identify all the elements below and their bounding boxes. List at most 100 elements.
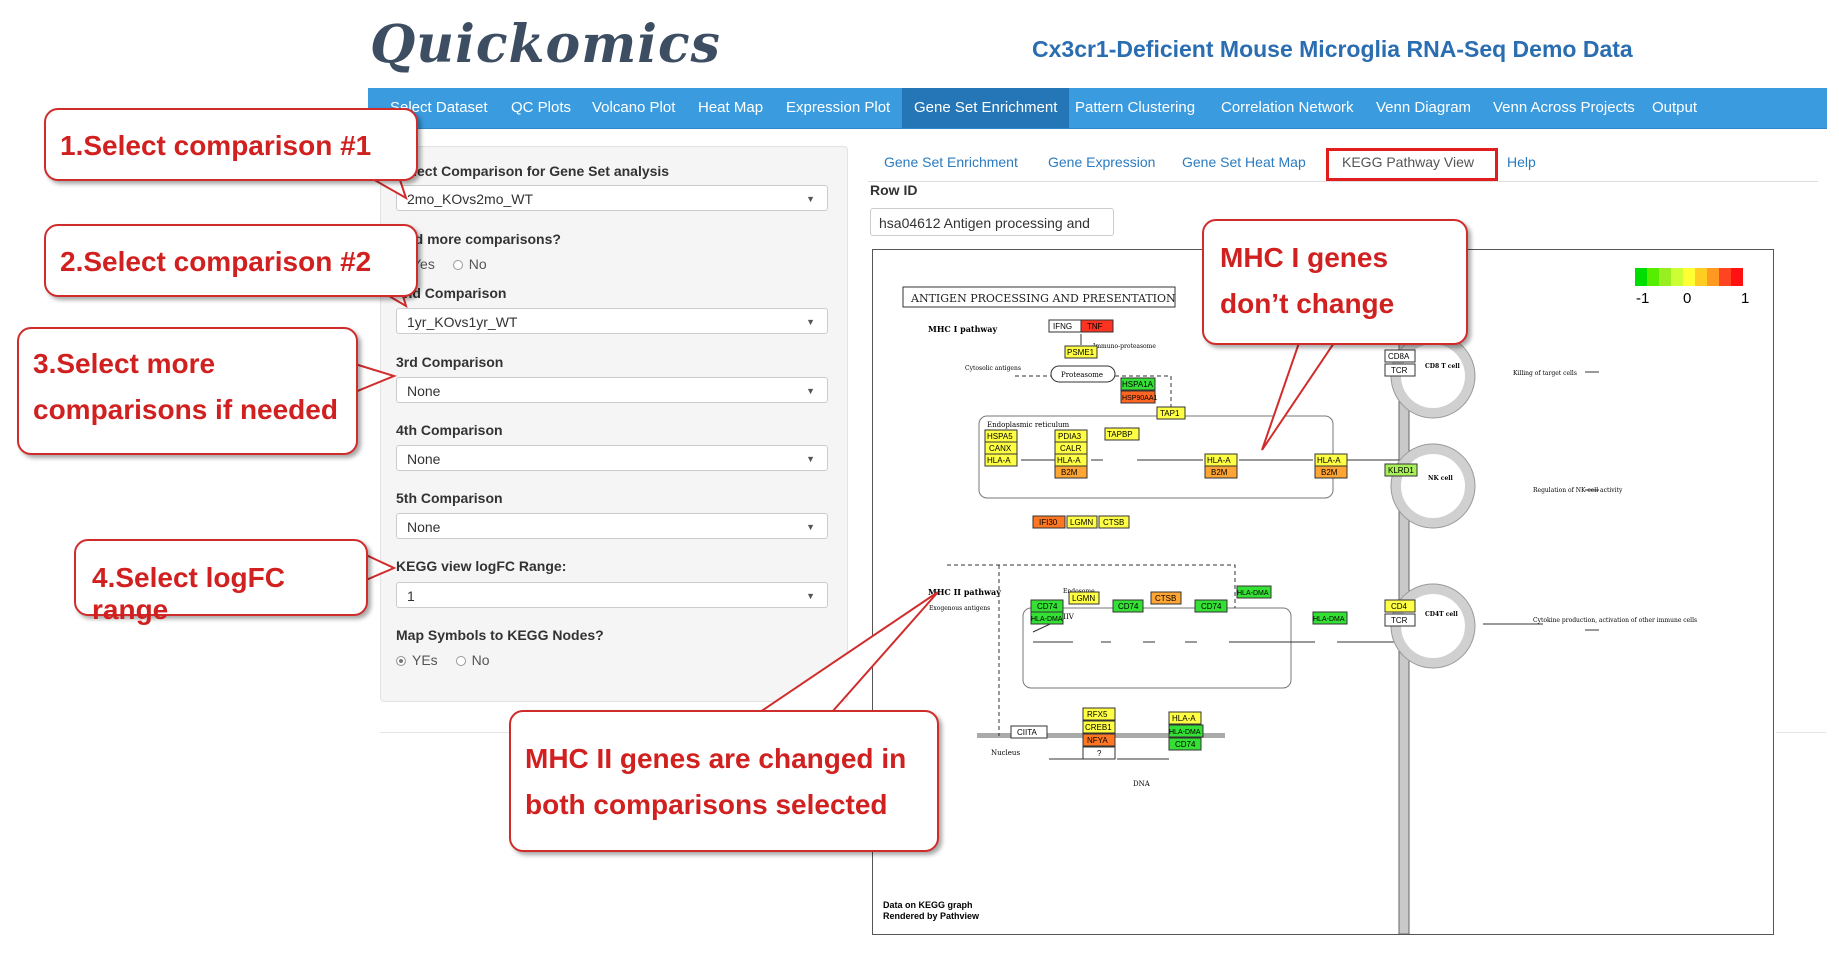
cytokine-label: Cytokine production, activation of other… — [1533, 617, 1697, 624]
gene-label: NFYA — [1087, 736, 1108, 745]
main-navbar: Select Dataset QC Plots Volcano Plot Hea… — [368, 88, 1827, 129]
exogenous-label: Exogenous antigens — [929, 605, 990, 612]
gene-label: CALR — [1060, 444, 1082, 453]
add-more-label: Add more comparisons? — [396, 231, 561, 247]
kegg-diagram: ANTIGEN PROCESSING AND PRESENTATION -1 0… — [883, 268, 1749, 934]
gene-label: TCR — [1391, 366, 1408, 375]
nk-label: NK cell — [1428, 475, 1454, 482]
gene-label: LGMN — [1070, 518, 1093, 527]
row-id-input[interactable]: hsa04612 Antigen processing and — [870, 208, 1114, 236]
fourth-comparison-select[interactable]: None ▼ — [396, 445, 828, 471]
gene-label: CTSB — [1155, 594, 1176, 603]
nav-expression-plot[interactable]: Expression Plot — [786, 88, 890, 128]
cd8-label: CD8 T cell — [1425, 363, 1461, 370]
second-comparison-select[interactable]: 1yr_KOvs1yr_WT ▼ — [396, 308, 828, 334]
chevron-down-icon: ▼ — [806, 194, 815, 204]
logfc-select[interactable]: 1 ▼ — [396, 582, 828, 608]
gene-label: TAP1 — [1160, 409, 1180, 418]
legend-swatch — [1707, 268, 1719, 286]
callout-mhc2-changed: MHC II genes are changed in both compari… — [509, 710, 939, 852]
nk-regulation-label: Regulation of NK cell activity — [1533, 487, 1623, 494]
tab-underline — [868, 181, 1818, 182]
callout-select-comparison-2: 2.Select comparison #2 — [44, 224, 418, 297]
footer-data-label: Data on KEGG graph — [883, 900, 973, 910]
radio-no-label: No — [468, 256, 487, 272]
callout-select-more-comparisons: 3.Select more comparisons if needed — [17, 327, 358, 455]
fourth-comparison-value: None — [407, 451, 441, 467]
nav-pattern-clustering[interactable]: Pattern Clustering — [1075, 88, 1195, 128]
legend-swatch — [1731, 268, 1743, 286]
legend-max: 1 — [1741, 290, 1749, 307]
nav-volcano-plot[interactable]: Volcano Plot — [592, 88, 675, 128]
chevron-down-icon: ▼ — [806, 522, 815, 532]
logfc-legend: -1 0 1 — [1635, 268, 1749, 307]
gene-label: CD74 — [1201, 602, 1222, 611]
app-logo: Quickomics — [370, 14, 721, 75]
comparison-value: 2mo_KOvs2mo_WT — [407, 191, 534, 207]
tab-help[interactable]: Help — [1507, 154, 1536, 170]
nk-cell: NK cell — [1390, 443, 1476, 529]
kegg-pathway-image: ANTIGEN PROCESSING AND PRESENTATION -1 0… — [872, 249, 1774, 935]
nucleus-label: Nucleus — [991, 749, 1020, 757]
nav-correlation-network[interactable]: Correlation Network — [1221, 88, 1354, 128]
pathway-title: ANTIGEN PROCESSING AND PRESENTATION — [910, 292, 1176, 305]
pathway-edges — [947, 334, 1599, 760]
gene-label: LGMN — [1072, 594, 1095, 603]
gene-label: HSP90AA1 — [1122, 395, 1158, 402]
nav-gene-set-enrichment[interactable]: Gene Set Enrichment — [902, 88, 1070, 128]
gene-label: HLA-A — [1317, 456, 1341, 465]
gene-label: CD74 — [1037, 602, 1058, 611]
map-symbols-radio-group: YEs No — [396, 652, 489, 668]
nav-qc-plots[interactable]: QC Plots — [511, 88, 571, 128]
logfc-value: 1 — [407, 588, 415, 604]
radio-map-no[interactable] — [455, 656, 466, 667]
gene-label: CTSB — [1103, 518, 1124, 527]
third-comparison-select[interactable]: None ▼ — [396, 377, 828, 403]
logfc-label: KEGG view logFC Range: — [396, 558, 567, 574]
er-label: Endoplasmic reticulum — [987, 421, 1070, 429]
gene-label: IFI30 — [1039, 518, 1058, 527]
radio-no[interactable] — [452, 260, 463, 271]
legend-swatch — [1719, 268, 1731, 286]
legend-swatch — [1647, 268, 1659, 286]
tab-gene-set-heat-map[interactable]: Gene Set Heat Map — [1182, 154, 1306, 170]
gene-label: TAPBP — [1107, 430, 1133, 439]
nav-output[interactable]: Output — [1652, 88, 1697, 128]
gene-label: KLRD1 — [1388, 466, 1414, 475]
killing-label: Killing of target cells — [1513, 370, 1577, 377]
chevron-down-icon: ▼ — [806, 591, 815, 601]
gene-label: HLA-A — [987, 456, 1011, 465]
nav-heat-map[interactable]: Heat Map — [698, 88, 763, 128]
legend-swatch — [1671, 268, 1683, 286]
gene-label: CREB1 — [1085, 723, 1112, 732]
chevron-down-icon: ▼ — [806, 386, 815, 396]
tab-gene-set-enrichment[interactable]: Gene Set Enrichment — [884, 154, 1018, 170]
gene-nodes: IFNG TNF PSME1 HSPA1A HSP90AA1 TAP1 TAPB… — [984, 319, 1418, 760]
proteasome-label: Proteasome — [1061, 371, 1103, 379]
map-symbols-label: Map Symbols to KEGG Nodes? — [396, 627, 604, 643]
row-id-label: Row ID — [870, 182, 918, 198]
callout-select-comparison-1: 1.Select comparison #1 — [44, 108, 418, 181]
nav-venn-across-projects[interactable]: Venn Across Projects — [1493, 88, 1635, 128]
kegg-tab-highlight — [1326, 148, 1498, 181]
fifth-comparison-select[interactable]: None ▼ — [396, 513, 828, 539]
legend-swatch — [1635, 268, 1647, 286]
third-comparison-label: 3rd Comparison — [396, 354, 504, 370]
legend-swatch — [1683, 268, 1695, 286]
legend-swatch — [1695, 268, 1707, 286]
gene-label: HLA-DMA — [1169, 729, 1201, 736]
legend-mid: 0 — [1683, 290, 1691, 307]
radio-map-yes[interactable] — [396, 656, 406, 667]
divider — [1776, 732, 1826, 733]
immunoproteasome-label: Immuno-proteasome — [1093, 343, 1156, 350]
gene-label: IFNG — [1053, 322, 1072, 331]
tab-gene-expression[interactable]: Gene Expression — [1048, 154, 1155, 170]
nav-venn-diagram[interactable]: Venn Diagram — [1376, 88, 1471, 128]
gene-label: CD74 — [1118, 602, 1139, 611]
gene-label: HLA-DMA — [1237, 590, 1269, 597]
gene-label: CD8A — [1388, 352, 1410, 361]
fourth-comparison-label: 4th Comparison — [396, 422, 503, 438]
mhc2-pathway-label: MHC II pathway — [928, 587, 1001, 597]
comparison-select[interactable]: 2mo_KOvs2mo_WT ▼ — [396, 185, 828, 211]
legend-swatch — [1659, 268, 1671, 286]
